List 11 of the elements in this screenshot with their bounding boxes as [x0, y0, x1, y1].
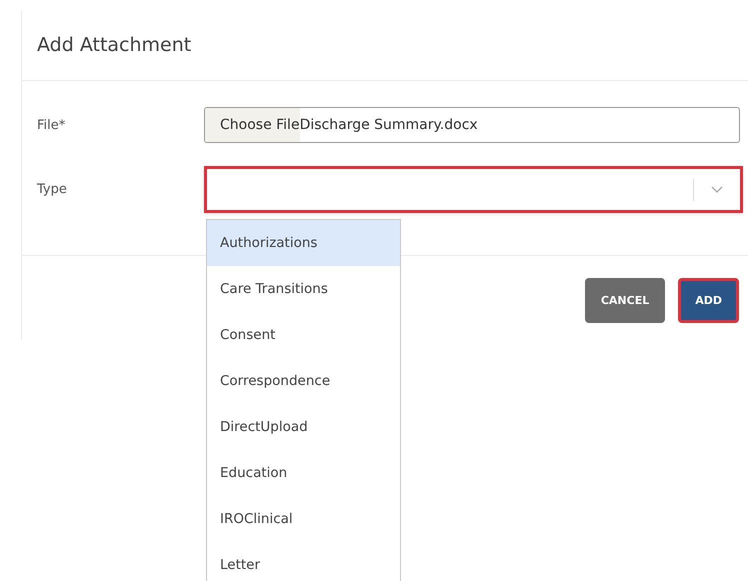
- dialog-title: Add Attachment: [37, 34, 192, 56]
- add-button[interactable]: ADD: [678, 278, 739, 323]
- choose-file-button[interactable]: Choose File: [205, 108, 300, 142]
- dropdown-option[interactable]: Authorizations: [207, 220, 400, 266]
- file-name: Discharge Summary.docx: [300, 117, 478, 133]
- field-label: File*: [37, 118, 66, 132]
- type-select[interactable]: [204, 166, 743, 213]
- file-input[interactable]: Choose FileDischarge Summary.docx: [204, 107, 740, 143]
- cancel-button[interactable]: CANCEL: [584, 278, 666, 323]
- chevron-down-icon: [711, 186, 723, 193]
- field-label: Type: [37, 182, 68, 197]
